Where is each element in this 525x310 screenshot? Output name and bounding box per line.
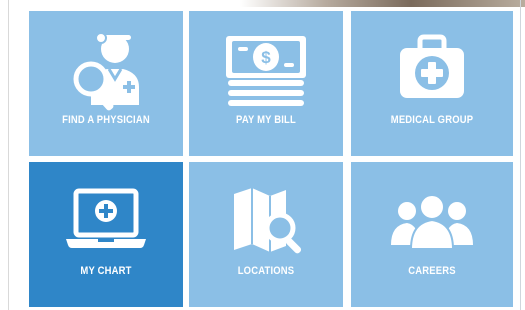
tile-locations[interactable]: LOCATIONS bbox=[189, 162, 343, 307]
map-search-icon bbox=[189, 178, 343, 262]
medical-kit-icon bbox=[351, 27, 513, 111]
tile-label: LOCATIONS bbox=[237, 265, 295, 277]
tile-label: MY CHART bbox=[80, 265, 132, 277]
tile-my-chart[interactable]: MY CHART bbox=[29, 162, 183, 307]
left-divider bbox=[8, 0, 9, 310]
laptop-medical-icon bbox=[29, 178, 183, 262]
svg-text:$: $ bbox=[261, 48, 271, 67]
quick-links-grid: FIND A PHYSICIAN $ PAY MY BILL MEDICAL G… bbox=[29, 11, 513, 307]
people-group-icon bbox=[351, 178, 513, 262]
cash-bill-icon: $ bbox=[189, 27, 343, 111]
tile-label: FIND A PHYSICIAN bbox=[62, 114, 150, 126]
physician-search-icon bbox=[29, 27, 183, 111]
tile-medical-group[interactable]: MEDICAL GROUP bbox=[351, 11, 513, 156]
tile-pay-my-bill[interactable]: $ PAY MY BILL bbox=[189, 11, 343, 156]
tile-label: MEDICAL GROUP bbox=[390, 114, 474, 126]
tile-find-a-physician[interactable]: FIND A PHYSICIAN bbox=[29, 11, 183, 156]
header-image-strip bbox=[240, 0, 525, 7]
right-divider bbox=[520, 0, 521, 310]
tile-label: CAREERS bbox=[408, 265, 456, 277]
tile-label: PAY MY BILL bbox=[236, 114, 296, 126]
tile-careers[interactable]: CAREERS bbox=[351, 162, 513, 307]
